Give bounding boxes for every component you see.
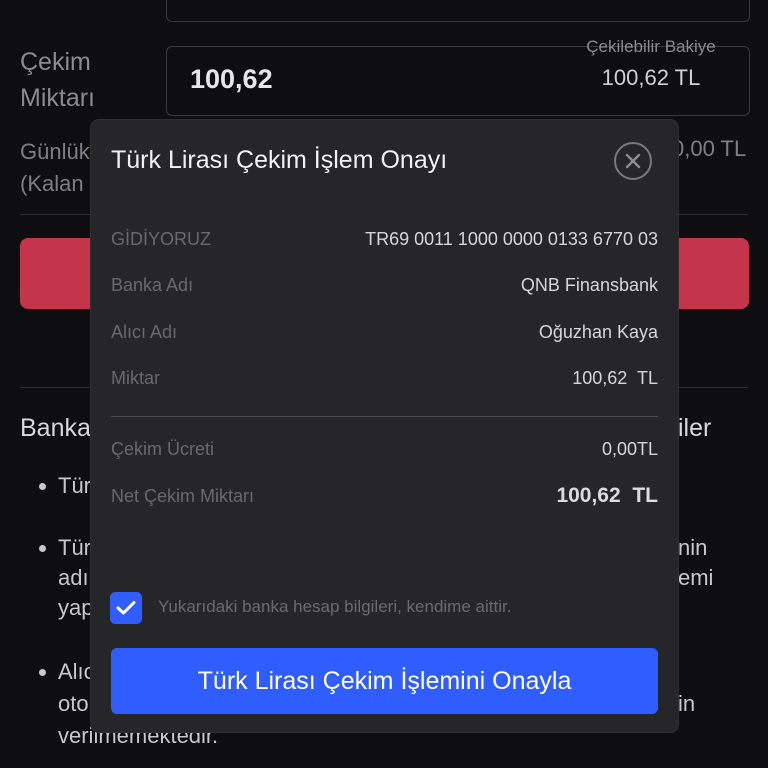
fee-value: 0,00TL: [601, 438, 658, 459]
info-title: Banka: [20, 414, 91, 442]
recipient-label: Alıcı Adı: [111, 321, 178, 342]
bullet-text: adı: [58, 565, 89, 590]
iban-value: TR69 0011 1000 0000 0133 6770 03: [365, 228, 658, 249]
net-amount-row: Net Çekim Miktarı 100,62 TL: [111, 481, 658, 511]
info-title-tail: iler: [678, 414, 712, 442]
bullet-text: Tür: [58, 535, 91, 560]
daily-limit-value: 0,00 TL: [672, 136, 747, 161]
amount-label: Miktar: [111, 367, 160, 388]
bullet-text: oto: [58, 691, 89, 716]
confirm-withdraw-button[interactable]: Türk Lirası Çekim İşlemini Onayla: [111, 648, 658, 714]
net-amount-label: Net Çekim Miktarı: [111, 485, 255, 506]
amount-value: 100,62 TL: [572, 367, 658, 388]
bullet-dot: [39, 669, 46, 676]
iban-row: GİDİYORUZ TR69 0011 1000 0000 0133 6770 …: [111, 224, 658, 254]
bullet-text: nin: [678, 535, 708, 560]
net-amount-value: 100,62 TL: [556, 484, 658, 507]
available-balance-value: 100,62 TL: [601, 65, 701, 90]
divider: [111, 416, 658, 417]
bank-name-label: Banka Adı: [111, 274, 194, 295]
bullet-text: Tür: [58, 473, 91, 498]
recipient-value: Oğuzhan Kaya: [538, 321, 658, 342]
close-icon: [625, 153, 641, 169]
iban-field[interactable]: [166, 0, 750, 22]
fee-label: Çekim Ücreti: [111, 438, 215, 459]
bullet-text: emi: [678, 565, 714, 590]
bank-name-value: QNB Finansbank: [520, 274, 658, 295]
bullet-dot: [39, 545, 46, 552]
bank-name-row: Banka Adı QNB Finansbank: [111, 270, 658, 300]
amount-label: Çekim Miktarı: [20, 48, 95, 112]
amount-row: Miktar 100,62 TL: [111, 363, 658, 393]
dialog-title: Türk Lirası Çekim İşlem Onayı: [111, 146, 448, 174]
bullet-text: yap: [58, 595, 94, 620]
bullet-text: Alıc: [58, 659, 95, 684]
check-icon: [116, 601, 136, 615]
recipient-row: Alıcı Adı Oğuzhan Kaya: [111, 317, 658, 347]
close-button[interactable]: [614, 142, 652, 180]
bullet-text: in: [678, 691, 696, 716]
ownership-checkbox-label[interactable]: Yukarıdaki banka hesap bilgileri, kendim…: [158, 597, 511, 617]
ownership-checkbox[interactable]: [110, 592, 142, 624]
bullet-dot: [39, 483, 46, 490]
fee-row: Çekim Ücreti 0,00TL: [111, 434, 658, 464]
available-balance-label: Çekilebilir Bakiye: [586, 37, 716, 56]
confirm-dialog: Türk Lirası Çekim İşlem Onayı GİDİYORUZ …: [91, 120, 678, 732]
iban-label: GİDİYORUZ: [111, 228, 212, 249]
amount-value: 100,62: [190, 64, 273, 94]
